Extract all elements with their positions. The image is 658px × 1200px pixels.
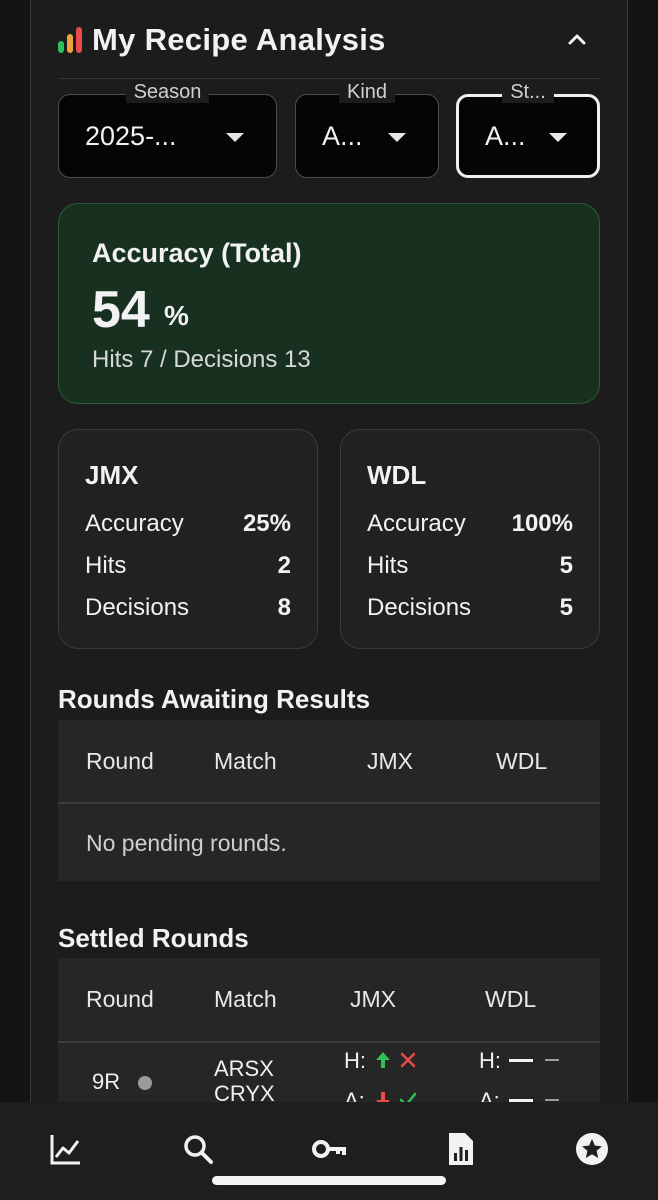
stat-row-hits: Hits 2 [85,552,291,580]
stat-row-hits: Hits 5 [367,552,573,580]
dropdown-caret-icon [388,133,406,142]
column-header-round: Round [86,748,154,774]
column-header-match: Match [214,748,277,774]
home-indicator [212,1176,446,1185]
pending-rounds-title: Rounds Awaiting Results [58,684,371,714]
card-title: JMX [85,460,139,490]
total-accuracy-label: Accuracy (Total) [92,238,302,268]
table-header: Round Match JMX WDL [58,720,600,802]
bar-chart-icon [58,27,82,53]
empty-state-text: No pending rounds. [86,830,287,856]
stat-label: Decisions [85,594,190,621]
stat-label: Hits [367,552,409,579]
card-title: WDL [367,460,427,490]
column-header-round: Round [86,986,154,1012]
home-team: ARSX [214,1056,274,1081]
bottom-navigation [0,1102,658,1200]
neutral-dash-icon [545,1059,559,1061]
star-icon[interactable] [574,1131,610,1167]
report-icon[interactable] [443,1131,479,1167]
panel-title: My Recipe Analysis [92,22,386,57]
round-cell: 9R [92,1069,153,1095]
dropdown-caret-icon [226,133,244,142]
chart-icon[interactable] [48,1131,84,1167]
row-divider [58,802,600,804]
stat-value: 25% [242,510,291,537]
season-select-value: 2025-... [85,121,177,151]
total-accuracy-card: Accuracy (Total) 54 % Hits 7 / Decisions… [58,203,600,404]
settled-rounds-title: Settled Rounds [58,923,249,953]
row-divider [58,1041,600,1043]
jmx-stats-card: JMX Accuracy 25% Hits 2 Decisions 8 [58,429,318,649]
arrow-up-icon [376,1052,390,1068]
search-icon[interactable] [180,1131,216,1167]
column-header-match: Match [214,986,277,1012]
stat-label: Decisions [367,594,472,621]
stat-value: 8 [277,594,291,621]
status-dot-icon [138,1076,153,1091]
total-accuracy-value: 54 [92,281,150,339]
pick-prefix: H: [479,1048,501,1073]
cross-icon [400,1052,416,1068]
dropdown-caret-icon [549,133,567,142]
pending-rounds-table: Round Match JMX WDL No pending rounds. [58,720,600,881]
stat-value: 5 [559,594,573,621]
settled-rounds-table: Round Match JMX WDL 9R ARSX CRYX H: A: H… [58,958,600,1118]
total-accuracy-summary: Hits 7 / Decisions 13 [92,346,311,373]
column-header-wdl: WDL [485,986,537,1012]
stat-row-decisions: Decisions 8 [85,594,291,622]
status-select[interactable]: St... A... [456,81,600,178]
stat-row-accuracy: Accuracy 100% [367,510,573,538]
status-select-label: St... [502,81,554,103]
pick-prefix: H: [344,1048,366,1073]
total-accuracy-unit: % [164,300,189,331]
chevron-up-icon[interactable] [562,24,592,54]
column-header-jmx: JMX [367,748,413,774]
header-divider [58,78,600,79]
stat-label: Accuracy [367,510,466,537]
round-label: 9R [92,1069,121,1094]
neutral-dash-icon [545,1099,559,1101]
column-header-wdl: WDL [496,748,548,774]
stat-value: 100% [511,510,573,537]
key-icon[interactable] [311,1131,347,1167]
panel-header[interactable]: My Recipe Analysis [58,18,600,62]
kind-select-value: A... [322,121,363,151]
status-select-value: A... [485,121,526,151]
stat-label: Accuracy [85,510,184,537]
kind-select[interactable]: Kind A... [295,81,439,178]
match-cell: ARSX CRYX [214,1056,275,1106]
stat-value: 5 [559,552,573,579]
jmx-home-pick: H: [344,1048,366,1074]
wdl-stats-card: WDL Accuracy 100% Hits 5 Decisions 5 [340,429,600,649]
season-select-label: Season [125,81,210,103]
season-select[interactable]: Season 2025-... [58,81,277,178]
stat-label: Hits [85,552,127,579]
stat-value: 2 [277,552,291,579]
wdl-home-pick: H: [479,1048,501,1074]
table-header: Round Match JMX WDL [58,958,600,1040]
draw-dash-icon [509,1059,533,1062]
kind-select-label: Kind [338,81,396,103]
stat-row-decisions: Decisions 5 [367,594,573,622]
stat-row-accuracy: Accuracy 25% [85,510,291,538]
column-header-jmx: JMX [350,986,396,1012]
